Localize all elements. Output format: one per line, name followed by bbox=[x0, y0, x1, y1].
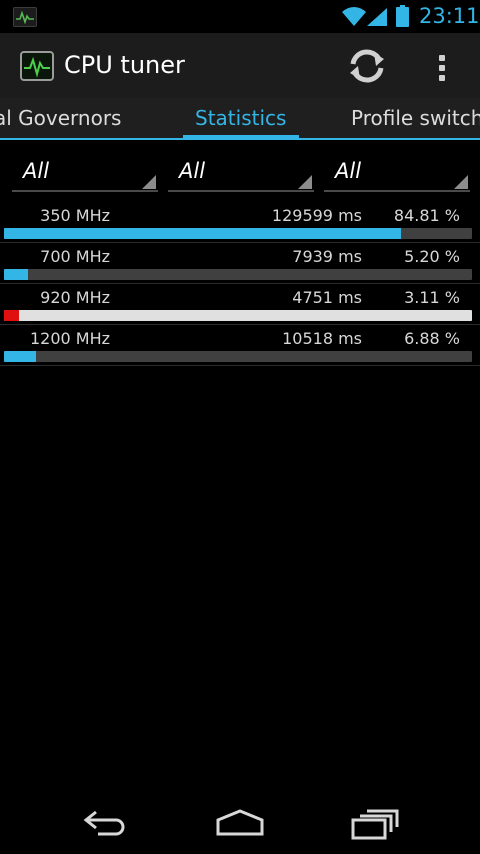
frequency-label: 1200 MHz bbox=[29, 329, 110, 348]
dropdown-arrow-icon bbox=[142, 175, 156, 189]
stat-row[interactable]: 1200 MHz 10518 ms 6.88 % bbox=[0, 325, 480, 366]
time-in-state: 4751 ms bbox=[292, 288, 362, 307]
stat-row[interactable]: 920 MHz 4751 ms 3.11 % bbox=[0, 284, 480, 325]
percentage: 6.88 % bbox=[404, 329, 460, 348]
status-clock: 23:11 bbox=[419, 4, 480, 28]
refresh-icon[interactable] bbox=[344, 44, 390, 88]
filter-spinner-3[interactable]: All bbox=[324, 156, 470, 192]
dropdown-arrow-icon bbox=[298, 175, 312, 189]
tab-governors[interactable]: al Governors bbox=[0, 106, 121, 130]
filter-spinner-1-value: All bbox=[23, 159, 50, 183]
usage-bar bbox=[4, 228, 472, 239]
app-title: CPU tuner bbox=[64, 51, 185, 79]
filter-spinner-2-value: All bbox=[179, 159, 206, 183]
overflow-menu-icon[interactable] bbox=[426, 46, 458, 86]
usage-bar bbox=[4, 269, 472, 280]
time-in-state: 10518 ms bbox=[282, 329, 362, 348]
usage-bar-fill bbox=[4, 228, 401, 239]
percentage: 5.20 % bbox=[404, 247, 460, 266]
frequency-label: 350 MHz bbox=[40, 206, 110, 225]
tab-profile-switches[interactable]: Profile switch bbox=[351, 106, 480, 130]
time-in-state: 129599 ms bbox=[271, 206, 362, 225]
signal-icon bbox=[367, 8, 387, 26]
home-icon[interactable] bbox=[212, 806, 268, 840]
row-divider bbox=[0, 365, 480, 366]
percentage: 84.81 % bbox=[393, 206, 460, 225]
stat-row[interactable]: 350 MHz 129599 ms 84.81 % bbox=[0, 202, 480, 243]
time-in-state: 7939 ms bbox=[292, 247, 362, 266]
tab-strip: al Governors Statistics Profile switch bbox=[0, 98, 480, 140]
frequency-label: 700 MHz bbox=[40, 247, 110, 266]
battery-icon bbox=[396, 5, 409, 27]
frequency-label: 920 MHz bbox=[40, 288, 110, 307]
usage-bar bbox=[4, 310, 472, 321]
filter-spinner-3-value: All bbox=[335, 159, 362, 183]
cpu-monitor-notification-icon bbox=[13, 7, 37, 27]
usage-bar bbox=[4, 351, 472, 362]
tab-statistics[interactable]: Statistics bbox=[195, 106, 286, 130]
back-icon[interactable] bbox=[80, 806, 132, 840]
selected-tab-indicator bbox=[183, 135, 299, 139]
recent-apps-icon[interactable] bbox=[350, 806, 400, 840]
app-icon[interactable] bbox=[20, 51, 54, 81]
usage-bar-fill bbox=[4, 269, 29, 280]
percentage: 3.11 % bbox=[404, 288, 460, 307]
dropdown-arrow-icon bbox=[454, 175, 468, 189]
filter-spinner-1[interactable]: All bbox=[12, 156, 158, 192]
stat-row[interactable]: 700 MHz 7939 ms 5.20 % bbox=[0, 243, 480, 284]
wifi-icon bbox=[342, 7, 366, 26]
usage-bar-fill bbox=[4, 310, 19, 321]
filter-spinner-2[interactable]: All bbox=[168, 156, 314, 192]
usage-bar-fill bbox=[4, 351, 37, 362]
